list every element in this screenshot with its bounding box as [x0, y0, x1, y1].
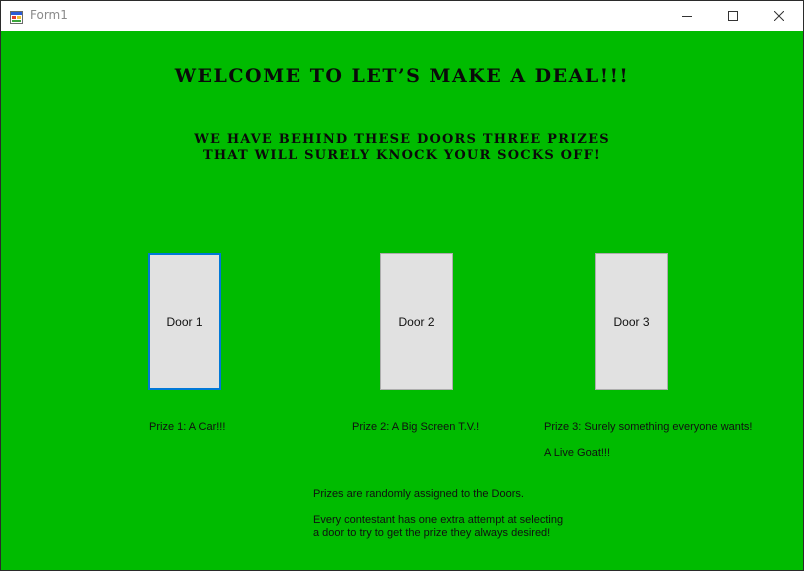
minimize-button[interactable]	[664, 1, 710, 31]
maximize-icon	[728, 11, 738, 21]
prize-intro-heading: WE HAVE BEHIND THESE DOORS THREE PRIZES …	[1, 132, 803, 164]
info-extra-attempt-line-1: Every contestant has one extra attempt a…	[313, 514, 564, 526]
form-client-area: WELCOME TO LET’S MAKE A DEAL!!! WE HAVE …	[1, 31, 803, 570]
title-bar[interactable]: Form1	[1, 1, 803, 31]
info-random-assignment: Prizes are randomly assigned to the Door…	[313, 488, 524, 500]
minimize-icon	[682, 11, 692, 21]
prize-2-label: Prize 2: A Big Screen T.V.!	[352, 421, 480, 433]
close-icon	[774, 11, 784, 21]
maximize-button[interactable]	[710, 1, 756, 31]
prize-1-label: Prize 1: A Car!!!	[149, 421, 226, 433]
info-extra-attempt-line-2: a door to try to get the prize they alwa…	[313, 527, 551, 539]
door-2-button[interactable]: Door 2	[380, 253, 453, 390]
door-3-button[interactable]: Door 3	[595, 253, 668, 390]
close-button[interactable]	[756, 1, 802, 31]
prize-3-label: Prize 3: Surely something everyone wants…	[544, 421, 753, 433]
form1-window: Form1 WELCOME TO LET’S MAKE A DEAL!!! WE…	[0, 0, 804, 571]
app-icon	[10, 9, 23, 24]
prize-3-detail: A Live Goat!!!	[544, 447, 611, 459]
window-title: Form1	[30, 8, 68, 22]
welcome-heading: WELCOME TO LET’S MAKE A DEAL!!!	[174, 65, 630, 87]
door-1-button[interactable]: Door 1	[148, 253, 221, 390]
prize-intro-line-1: WE HAVE BEHIND THESE DOORS THREE PRIZES	[194, 132, 610, 147]
prize-intro-line-2: THAT WILL SURELY KNOCK YOUR SOCKS OFF!	[203, 148, 601, 163]
